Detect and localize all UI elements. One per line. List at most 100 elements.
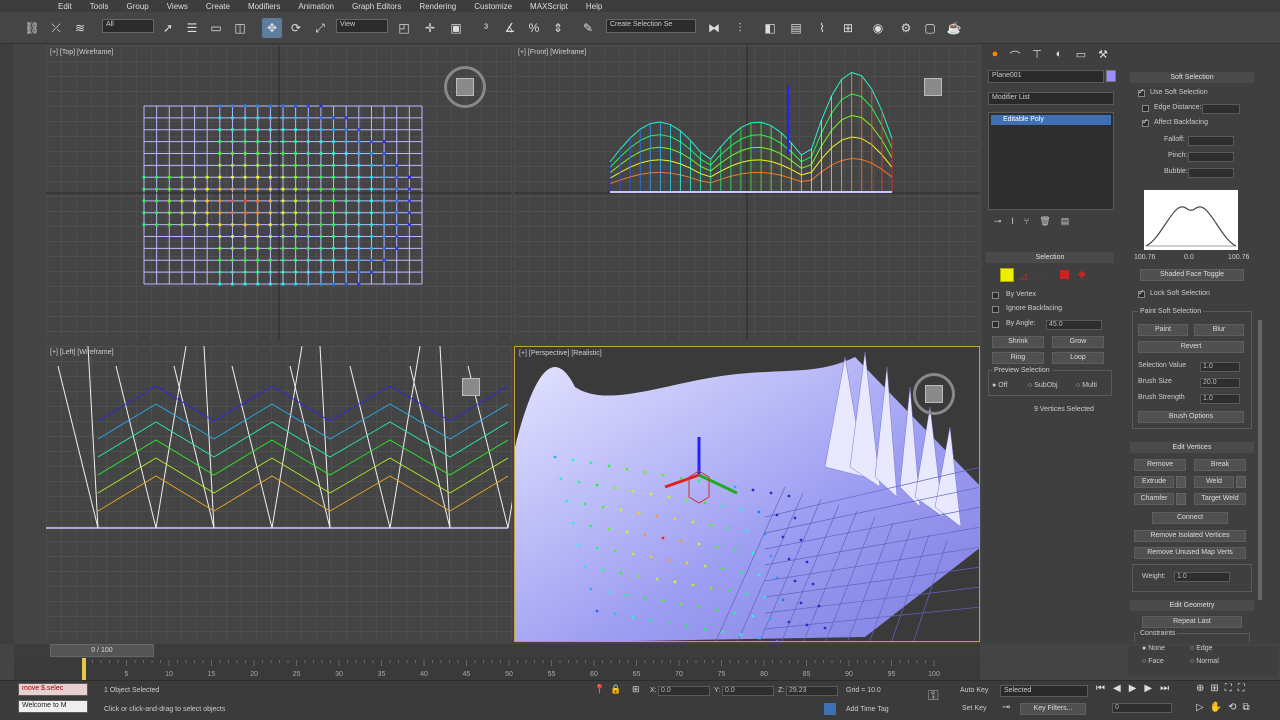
layer-manager-icon[interactable]: ◧ [760, 18, 780, 38]
brush-options-button[interactable]: Brush Options [1138, 411, 1244, 423]
weight-spinner[interactable]: 1.0 [1174, 572, 1230, 582]
unlink-icon[interactable]: ⤫ [46, 18, 66, 38]
border-mode-icon[interactable]: ◌ [1036, 271, 1041, 281]
go-to-end-icon[interactable]: ⏭ [1160, 683, 1169, 694]
modifier-stack[interactable]: Editable Poly [988, 112, 1114, 210]
absolute-mode-icon[interactable]: ⊞ [632, 684, 640, 695]
constraint-face-radio[interactable]: ○ Face [1142, 658, 1164, 665]
by-angle-checkbox[interactable] [992, 321, 999, 328]
viewport-perspective[interactable]: [+] [Perspective] [Realistic] [514, 346, 980, 642]
edit-geometry-rollout-header[interactable]: Edit Geometry [1130, 600, 1254, 611]
orbit-icon[interactable]: ⟲ [1228, 702, 1236, 713]
maxscript-listener-top[interactable]: move $.selec [18, 683, 88, 696]
selection-filter-dropdown[interactable]: All [102, 19, 154, 33]
ref-coord-dropdown[interactable]: View [336, 19, 388, 33]
menu-animation[interactable]: Animation [298, 2, 334, 11]
viewport-top[interactable]: [+] [Top] [Wireframe] [46, 46, 512, 340]
weld-button[interactable]: Weld [1194, 476, 1234, 488]
select-move-icon[interactable]: ✥ [262, 18, 282, 38]
break-button[interactable]: Break [1194, 459, 1246, 471]
menu-customize[interactable]: Customize [474, 2, 512, 11]
align-icon[interactable]: ⫶ [730, 18, 750, 38]
by-angle-spinner[interactable]: 45.0 [1046, 320, 1102, 330]
falloff-spinner[interactable] [1188, 136, 1234, 146]
menu-modifiers[interactable]: Modifiers [248, 2, 280, 11]
next-frame-icon[interactable]: ▶ [1144, 683, 1152, 694]
previous-frame-icon[interactable]: ◀ [1113, 683, 1121, 694]
chamfer-settings-icon[interactable] [1176, 493, 1186, 505]
revert-button[interactable]: Revert [1138, 341, 1244, 353]
motion-tab-icon[interactable]: ◐ [1050, 48, 1068, 64]
pivot-center-icon[interactable]: ◰ [394, 18, 414, 38]
curve-editor-icon[interactable]: ⌇ [812, 18, 832, 38]
pinch-spinner[interactable] [1188, 152, 1234, 162]
selection-rollout-header[interactable]: Selection [986, 252, 1114, 263]
brush-size-spinner[interactable]: 20.0 [1200, 378, 1240, 388]
shrink-button[interactable]: Shrink [992, 336, 1044, 348]
show-end-result-icon[interactable]: ǀ [1012, 216, 1014, 230]
maxscript-listener-bottom[interactable]: Welcome to M [18, 700, 88, 713]
link-icon[interactable]: ⛓ [22, 18, 42, 38]
pan-icon[interactable]: ✋ [1210, 702, 1222, 713]
command-panel-scrollbar[interactable] [1258, 320, 1262, 600]
viewport-left[interactable]: [+] [Left] [Wireframe] [46, 346, 512, 642]
y-coordinate-field[interactable]: 0.0 [722, 686, 774, 696]
zoom-all-icon[interactable]: ⊞ [1210, 683, 1218, 694]
object-name-field[interactable]: Plane001 [988, 70, 1104, 83]
add-time-tag-button[interactable]: Add Time Tag [846, 706, 889, 713]
menu-maxscript[interactable]: MAXScript [530, 2, 568, 11]
shaded-face-toggle-button[interactable]: Shaded Face Toggle [1140, 269, 1244, 281]
utilities-tab-icon[interactable]: ⚒ [1094, 48, 1112, 64]
loop-button[interactable]: Loop [1052, 352, 1104, 364]
spinner-snap-icon[interactable]: ⇕ [548, 18, 568, 38]
field-of-view-icon[interactable]: ▷ [1196, 702, 1204, 713]
render-setup-icon[interactable]: ⚙ [896, 18, 916, 38]
vertex-mode-icon[interactable] [1000, 268, 1014, 282]
extrude-button[interactable]: Extrude [1134, 476, 1174, 488]
remove-button[interactable]: Remove [1134, 459, 1186, 471]
play-icon[interactable]: ▶ [1129, 683, 1137, 694]
select-object-icon[interactable]: ➚ [158, 18, 178, 38]
selection-lock-icon[interactable]: 🔒 [610, 684, 621, 695]
auto-key-button[interactable]: Auto Key [960, 687, 988, 694]
select-by-name-icon[interactable]: ☰ [182, 18, 202, 38]
schematic-view-icon[interactable]: ⊞ [838, 18, 858, 38]
brush-strength-spinner[interactable]: 1.0 [1200, 394, 1240, 404]
material-editor-icon[interactable]: ◉ [868, 18, 888, 38]
named-selection-dropdown[interactable]: Create Selection Se [606, 19, 696, 33]
time-slider[interactable]: 0 / 100 [14, 644, 980, 658]
time-tag-icon[interactable] [824, 703, 836, 715]
menu-create[interactable]: Create [206, 2, 230, 11]
viewcube-icon[interactable] [444, 66, 486, 108]
create-tab-icon[interactable]: ● [986, 48, 1004, 64]
graphite-ribbon-icon[interactable]: ▤ [786, 18, 806, 38]
viewport-label[interactable]: [+] [Perspective] [Realistic] [519, 350, 602, 357]
blur-button[interactable]: Blur [1194, 324, 1244, 336]
select-scale-icon[interactable]: ⤢ [310, 18, 330, 38]
remove-unused-map-verts-button[interactable]: Remove Unused Map Verts [1134, 547, 1246, 559]
viewcube-icon[interactable] [450, 366, 492, 408]
maximize-viewport-icon[interactable]: ⧉ [1243, 702, 1250, 713]
current-frame-field[interactable]: 0 [1112, 703, 1172, 713]
set-keys-icon[interactable]: ⊸ [1002, 702, 1010, 713]
remove-modifier-icon[interactable]: 🗑 [1039, 216, 1050, 230]
preview-subobj-radio[interactable]: ○ SubObj [1028, 382, 1058, 389]
affect-backfacing-checkbox[interactable] [1142, 117, 1149, 127]
keyboard-shortcut-icon[interactable]: ▣ [446, 18, 466, 38]
menu-views[interactable]: Views [167, 2, 188, 11]
weld-settings-icon[interactable] [1236, 476, 1246, 488]
constraint-normal-radio[interactable]: ○ Normal [1190, 658, 1219, 665]
set-key-button[interactable]: Set Key [962, 705, 987, 712]
viewcube-icon[interactable] [913, 373, 955, 415]
manipulate-icon[interactable]: ✛ [420, 18, 440, 38]
preview-multi-radio[interactable]: ○ Multi [1076, 382, 1097, 389]
window-crossing-icon[interactable]: ◫ [230, 18, 250, 38]
soft-selection-rollout-header[interactable]: Soft Selection [1130, 72, 1254, 83]
bind-space-warp-icon[interactable]: ≋ [70, 18, 90, 38]
menu-edit[interactable]: Edit [58, 2, 72, 11]
key-icon[interactable]: ⚿ [928, 687, 939, 704]
track-bar[interactable]: 0510152025303540455055606570758085909510… [14, 658, 980, 680]
menu-group[interactable]: Group [126, 2, 148, 11]
constraint-none-radio[interactable]: ● None [1142, 645, 1165, 652]
time-slider-handle[interactable]: 0 / 100 [50, 644, 154, 657]
